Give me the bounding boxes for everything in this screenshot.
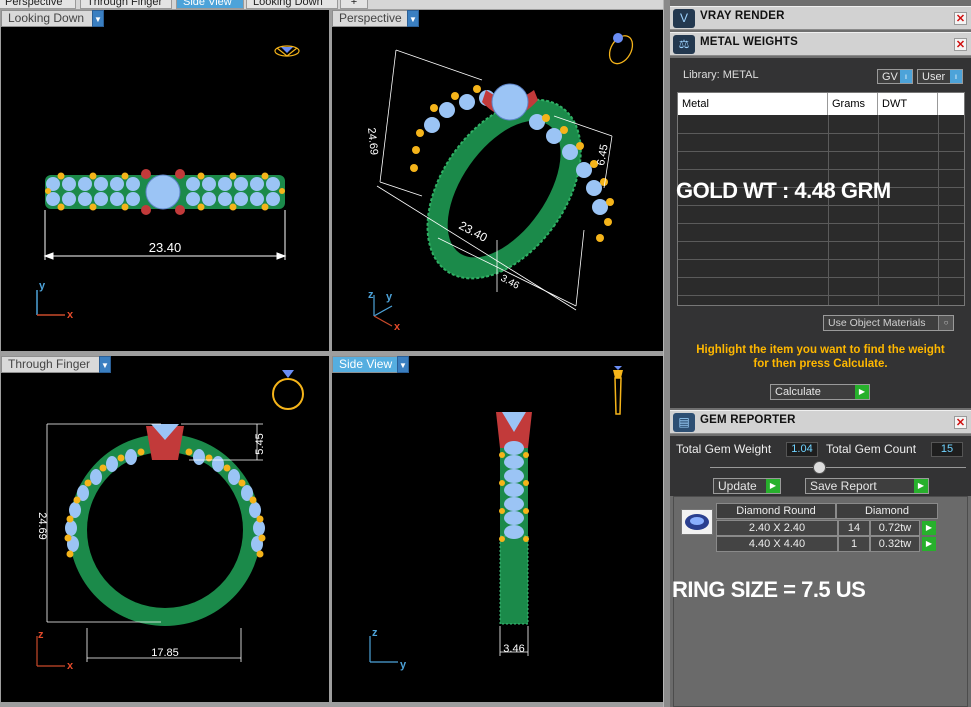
metal-weights-header[interactable]: ⚖ METAL WEIGHTS ✕ [670, 32, 971, 56]
save-report-button[interactable]: Save Report ▶ [805, 478, 929, 494]
user-button[interactable]: User ı [917, 69, 963, 84]
total-gem-count-label: Total Gem Count [826, 442, 917, 456]
hint-line-2: for then press Calculate. [753, 358, 888, 370]
slider-track[interactable] [710, 467, 966, 468]
axis-z-label: z [372, 627, 378, 639]
tab-perspective[interactable]: Perspective [0, 0, 76, 9]
vray-icon: V [673, 9, 695, 28]
total-gem-weight-label: Total Gem Weight [676, 442, 772, 456]
vray-render-header[interactable]: V VRAY RENDER ✕ [670, 6, 971, 30]
column-grams[interactable]: Grams [828, 93, 878, 115]
gem-reporter-header[interactable]: ▤ GEM REPORTER ✕ [670, 410, 971, 434]
tab-through-finger[interactable]: Through Finger [80, 0, 172, 9]
gem-weight: 0.32tw [870, 536, 920, 552]
gem-weight: 0.72tw [870, 520, 920, 536]
play-icon: ▶ [914, 479, 928, 493]
axis-x-label: x [67, 309, 74, 321]
dimension-height: 24.69 [365, 127, 380, 156]
gem-count: 1 [838, 536, 870, 552]
axis-y-label: y [400, 659, 407, 671]
hint-line-1: Highlight the item you want to find the … [696, 344, 945, 356]
play-icon: ▶ [855, 385, 869, 399]
chevron-down-icon[interactable]: ▼ [99, 356, 111, 373]
info-icon: ı [900, 70, 912, 83]
calculate-button[interactable]: Calculate ▶ [770, 384, 870, 400]
viewport-perspective[interactable]: 24.69 23.40 6.45 3.46 z y x Perspective … [332, 10, 663, 351]
axis-y-label: y [386, 291, 393, 303]
dimension-width: 3.46 [503, 643, 524, 655]
gem-header-type: Diamond [836, 503, 938, 519]
radio-icon: ○ [938, 316, 953, 330]
diamond-round-icon [681, 509, 713, 535]
axis-z-label: z [368, 289, 374, 301]
axis-x-label: x [394, 321, 401, 333]
play-icon: ▶ [766, 479, 780, 493]
calculate-hint: Highlight the item you want to find the … [670, 343, 971, 371]
gold-weight-overlay: GOLD WT : 4.48 GRM [676, 178, 891, 203]
vray-render-title: VRAY RENDER [700, 10, 785, 22]
metal-weights-body: Library: METAL GV ı User ı Metal Grams DWT… [670, 58, 971, 408]
metal-table-header: Metal Grams DWT [678, 93, 964, 115]
viewport-label-looking-down[interactable]: Looking Down [1, 10, 94, 27]
looking-down-drawing: 23.40 y x [36, 45, 300, 321]
dimension-top: 5.45 [254, 433, 266, 454]
panel-splitter[interactable] [663, 0, 670, 707]
close-icon[interactable]: ✕ [954, 416, 967, 429]
gem-header-shape: Diamond Round [716, 503, 836, 519]
play-icon[interactable]: ▶ [922, 537, 936, 551]
viewport-through-finger[interactable]: 24.69 5.45 17.85 z x Through Finger ▼ [1, 356, 329, 702]
add-tab-button[interactable]: + [340, 0, 368, 9]
dimension-side: 6.45 [595, 143, 611, 166]
axis-z-label: z [38, 629, 44, 641]
dimension-height: 24.69 [36, 512, 48, 540]
total-gem-weight-value: 1.04 [786, 442, 818, 457]
ring-size-overlay: RING SIZE = 7.5 US [672, 577, 866, 602]
chevron-down-icon[interactable]: ▼ [397, 356, 409, 373]
side-view-drawing: 3.46 z y [369, 366, 623, 671]
dimension-width: 17.85 [151, 647, 179, 659]
perspective-drawing: 24.69 23.40 6.45 3.46 z y x [365, 33, 634, 333]
axis-y-label: y [39, 280, 46, 292]
viewport-label-perspective[interactable]: Perspective [332, 10, 409, 27]
total-gem-count-value: 15 [931, 442, 963, 457]
viewport-looking-down[interactable]: 23.40 y x Looking Down ▼ [1, 10, 329, 351]
gv-button[interactable]: GV ı [877, 69, 913, 84]
slider-handle[interactable] [813, 461, 826, 474]
info-icon: ı [950, 70, 962, 83]
viewport-label-side-view[interactable]: Side View [332, 356, 399, 373]
close-icon[interactable]: ✕ [954, 38, 967, 51]
report-icon: ▤ [673, 413, 695, 432]
viewport-label-through-finger[interactable]: Through Finger [1, 356, 101, 373]
through-finger-drawing: 24.69 5.45 17.85 z x [36, 370, 304, 672]
gem-size: 2.40 X 2.40 [716, 520, 838, 536]
scale-icon: ⚖ [673, 35, 695, 54]
column-dwt[interactable]: DWT [878, 93, 938, 115]
chevron-down-icon[interactable]: ▼ [92, 10, 104, 27]
tab-side-view[interactable]: Side View [176, 0, 244, 9]
gem-size: 4.40 X 4.40 [716, 536, 838, 552]
viewport-side-view[interactable]: 3.46 z y Side View ▼ [332, 356, 663, 702]
chevron-down-icon[interactable]: ▼ [407, 10, 419, 27]
close-icon[interactable]: ✕ [954, 12, 967, 25]
column-metal[interactable]: Metal [678, 93, 828, 115]
gem-reporter-title: GEM REPORTER [700, 414, 796, 426]
gem-count: 14 [838, 520, 870, 536]
play-icon[interactable]: ▶ [922, 521, 936, 535]
update-button[interactable]: Update ▶ [713, 478, 781, 494]
metal-weights-title: METAL WEIGHTS [700, 36, 799, 48]
axis-x-label: x [67, 660, 74, 672]
dimension-width-small: 3.46 [499, 273, 522, 292]
use-object-materials[interactable]: Use Object Materials ○ [823, 315, 954, 331]
right-panel: V VRAY RENDER ✕ ⚖ METAL WEIGHTS ✕ Librar… [670, 0, 971, 707]
viewport-tab-bar: Perspective Through Finger Side View Loo… [0, 0, 665, 9]
tab-looking-down[interactable]: Looking Down [246, 0, 338, 9]
dimension-width: 23.40 [149, 240, 182, 255]
library-label: Library: METAL [683, 69, 759, 81]
gem-reporter-body: Total Gem Weight 1.04 Total Gem Count 15… [670, 436, 971, 707]
